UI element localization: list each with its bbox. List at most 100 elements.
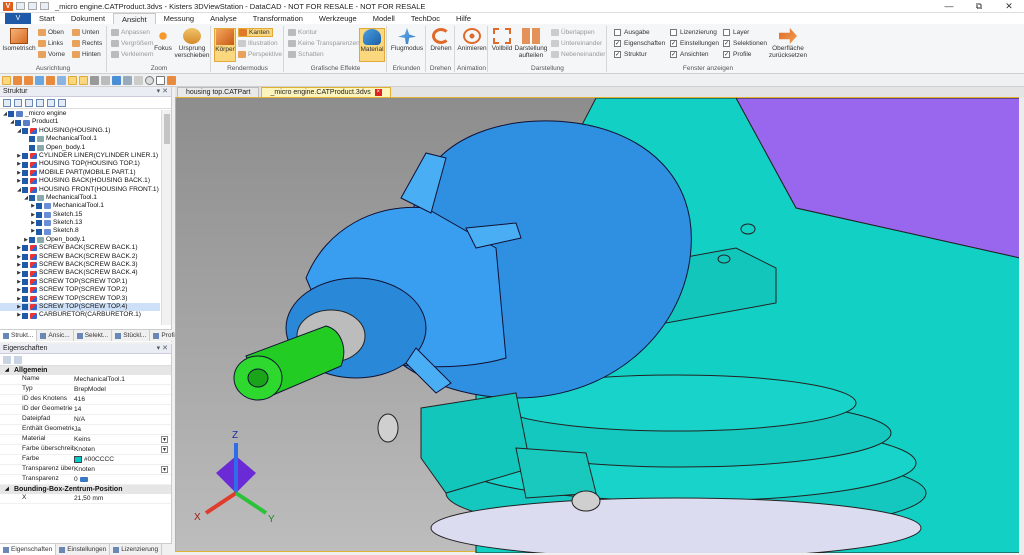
edges-button[interactable]: Kanten	[238, 28, 273, 37]
visibility-checkbox[interactable]	[22, 170, 28, 176]
property-value-text[interactable]: Knoten	[74, 446, 95, 453]
animate-button[interactable]: Animieren	[458, 28, 486, 52]
checkbox-ansichten[interactable]: ✓Ansichten	[670, 50, 709, 59]
visibility-checkbox[interactable]	[22, 245, 28, 251]
property-value-text[interactable]: Keins	[74, 436, 91, 443]
tree-item[interactable]: ▶CYLINDER LINER(CYLINDER LINER.1)	[0, 152, 160, 160]
rect-select-icon[interactable]	[156, 76, 165, 85]
checkbox-layer[interactable]: Layer	[723, 28, 749, 37]
file-menu-button[interactable]: V	[5, 13, 31, 24]
visibility-checkbox[interactable]	[36, 220, 42, 226]
shadow-button[interactable]: Schatten	[288, 50, 324, 59]
filter-icon[interactable]	[47, 99, 55, 107]
tree-options-icon[interactable]	[58, 99, 66, 107]
scrollbar-thumb[interactable]	[164, 114, 170, 144]
visibility-checkbox[interactable]	[36, 203, 42, 209]
close-tab-icon[interactable]: ×	[375, 89, 382, 96]
tree-item[interactable]: ▶SCREW BACK(SCREW BACK.3)	[0, 261, 160, 269]
contour-button[interactable]: Kontur	[288, 28, 317, 37]
checkbox-struktur[interactable]: ✓Struktur	[614, 50, 647, 59]
flight-mode-button[interactable]: Flugmodus	[390, 28, 424, 52]
dropdown-arrow-icon[interactable]: ▼	[161, 436, 168, 443]
tree-item[interactable]: ▶HOUSING TOP(HOUSING TOP.1)	[0, 160, 160, 168]
visibility-checkbox[interactable]	[22, 313, 28, 319]
rotate-button[interactable]: Drehen	[429, 28, 453, 52]
visibility-checkbox[interactable]	[22, 128, 28, 134]
tab-start[interactable]: Start	[31, 13, 63, 24]
minimize-button[interactable]: —	[934, 1, 964, 11]
tab-struktur[interactable]: Strukt...	[0, 330, 37, 341]
tab-hilfe[interactable]: Hilfe	[448, 13, 479, 24]
select-mode-icon[interactable]	[68, 76, 77, 85]
tree-item[interactable]: Open_body.1	[0, 144, 160, 152]
fullscreen-button[interactable]: Vollbild	[491, 28, 513, 52]
view-bottom-button[interactable]: Unten	[72, 28, 99, 37]
move-origin-button[interactable]: Ursprung verschieben	[174, 28, 210, 59]
rotate-tool-icon[interactable]	[13, 76, 22, 85]
dropdown-arrow-icon[interactable]: ▼	[161, 446, 168, 453]
split-view-button[interactable]: Darstellung aufteilen	[514, 28, 548, 59]
focus-button[interactable]: Fokus	[152, 28, 174, 52]
visibility-checkbox[interactable]	[22, 279, 28, 285]
reset-ui-button[interactable]: Oberfläche zurücksetzen	[768, 28, 808, 59]
visibility-checkbox[interactable]	[29, 237, 35, 243]
tab-lizenzierung[interactable]: Lizenzierung	[110, 544, 162, 555]
property-value[interactable]: Knoten ▼	[74, 445, 171, 454]
tab-stueckliste[interactable]: Stückl...	[112, 330, 150, 341]
doc-tab-housing-top[interactable]: housing top.CATPart	[177, 87, 259, 97]
checkbox-einstellungen[interactable]: ✓Einstellungen	[670, 39, 719, 48]
undo-icon[interactable]	[40, 2, 49, 10]
3d-model-render[interactable]: Z X Y	[176, 98, 1020, 553]
visibility-checkbox[interactable]	[15, 120, 21, 126]
select-tool-icon[interactable]	[2, 76, 11, 85]
visibility-checkbox[interactable]	[22, 287, 28, 293]
view-right-button[interactable]: Rechts	[72, 39, 102, 48]
area-select-icon[interactable]	[79, 76, 88, 85]
checkbox-ausgabe[interactable]: Ausgabe	[614, 28, 650, 37]
structure-tree[interactable]: ◢_micro engine◢Product1◢HOUSING(HOUSING.…	[0, 110, 160, 325]
tree-item[interactable]: ◢HOUSING FRONT(HOUSING FRONT.1)	[0, 186, 160, 194]
collapse-all-icon[interactable]	[14, 99, 22, 107]
tab-analyse[interactable]: Analyse	[202, 13, 245, 24]
tree-item[interactable]: ▶CARBURETOR(CARBURETOR.1)	[0, 311, 160, 319]
tree-item[interactable]: ▶HOUSING BACK(HOUSING BACK.1)	[0, 177, 160, 185]
isolate-icon[interactable]	[112, 76, 121, 85]
visibility-checkbox[interactable]	[22, 262, 28, 268]
show-icon[interactable]	[101, 76, 110, 85]
tree-item[interactable]: ▶SCREW TOP(SCREW TOP.4)	[0, 303, 160, 311]
expand-all-icon[interactable]	[3, 99, 11, 107]
tree-item[interactable]: ▶MOBILE PART(MOBILE PART.1)	[0, 169, 160, 177]
visibility-checkbox[interactable]	[36, 212, 42, 218]
tab-werkzeuge[interactable]: Werkzeuge	[311, 13, 365, 24]
panel-pin-close-icon[interactable]: ▾ ✕	[157, 344, 168, 354]
open-icon[interactable]	[28, 2, 37, 10]
visibility-checkbox[interactable]	[22, 178, 28, 184]
visibility-checkbox[interactable]	[22, 187, 28, 193]
tree-item[interactable]: ◢_micro engine	[0, 110, 160, 118]
visibility-checkbox[interactable]	[22, 254, 28, 260]
tree-item[interactable]: ▶SCREW BACK(SCREW BACK.4)	[0, 269, 160, 277]
perspective-button[interactable]: Perspektive	[238, 50, 282, 59]
transparency-slider[interactable]	[80, 477, 88, 482]
fit-tool-icon[interactable]	[46, 76, 55, 85]
tree-item[interactable]: ▶MechanicalTool.1	[0, 202, 160, 210]
checkbox-profile[interactable]: ✓Profile	[723, 50, 751, 59]
pan-tool-icon[interactable]	[24, 76, 33, 85]
visibility-checkbox[interactable]	[29, 195, 35, 201]
tree-item[interactable]: ▶Sketch.8	[0, 227, 160, 235]
tab-modell[interactable]: Modell	[365, 13, 403, 24]
zoom-in-button[interactable]: Vergrößern	[111, 39, 154, 48]
tree-item[interactable]: ◢Product1	[0, 118, 160, 126]
expand-level-icon[interactable]	[25, 99, 33, 107]
visibility-checkbox[interactable]	[22, 162, 28, 168]
box-zoom-icon[interactable]	[57, 76, 66, 85]
tab-selektionen[interactable]: Selekt...	[74, 330, 112, 341]
no-transparency-button[interactable]: Keine Transparenzen	[288, 39, 360, 48]
tab-einstellungen[interactable]: Einstellungen	[56, 544, 110, 555]
visibility-checkbox[interactable]	[8, 111, 14, 117]
tree-item[interactable]: ▶SCREW TOP(SCREW TOP.2)	[0, 286, 160, 294]
property-value[interactable]: Knoten▼	[74, 465, 171, 474]
tree-item[interactable]: ▶Open_body.1	[0, 236, 160, 244]
lasso-icon[interactable]	[134, 76, 143, 85]
save-icon[interactable]	[16, 2, 25, 10]
